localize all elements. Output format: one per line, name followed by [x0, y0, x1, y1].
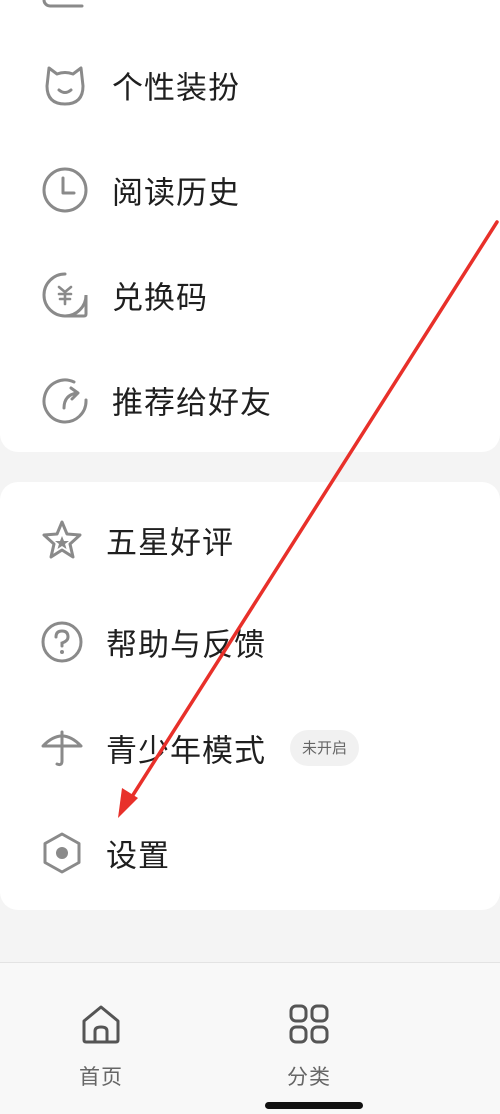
redeem-code-icon	[42, 272, 88, 318]
menu-item-label: 阅读历史	[112, 175, 240, 212]
menu-item-teen-mode[interactable]: 青少年模式 未开启	[0, 708, 500, 788]
menu-item-label: 五星好评	[106, 525, 234, 562]
tab-category[interactable]: 分类	[249, 963, 369, 1093]
menu-card-secondary: 五星好评 帮助与反馈 青少年模式 未开启 设置	[0, 482, 500, 910]
menu-item-label: 兑换码	[112, 280, 208, 317]
umbrella-icon	[41, 730, 83, 767]
menu-item-label: 设置	[106, 838, 170, 875]
home-indicator	[265, 1102, 363, 1109]
settings-hexagon-icon	[43, 832, 81, 874]
clock-icon	[42, 167, 88, 213]
help-icon	[41, 621, 83, 663]
menu-item-settings[interactable]: 设置	[0, 813, 500, 893]
menu-item-label: 帮助与反馈	[106, 627, 266, 664]
menu-item-help-feedback[interactable]: 帮助与反馈	[0, 602, 500, 682]
share-arrow-icon	[42, 378, 88, 424]
menu-item-label: 推荐给好友	[112, 385, 272, 422]
bottom-navigation-bar: 首页 分类	[0, 962, 500, 1114]
menu-item-redeem-code[interactable]: 兑换码	[0, 255, 500, 335]
category-grid-icon	[289, 1004, 329, 1044]
menu-item-label: 青少年模式	[106, 733, 266, 770]
teen-mode-status-badge: 未开启	[290, 730, 360, 766]
partial-item-icon	[42, 0, 84, 8]
tab-label: 首页	[79, 1065, 123, 1089]
cat-face-icon	[45, 66, 85, 106]
menu-card-primary: 个性装扮 阅读历史 兑换码 推荐给好友	[0, 0, 500, 452]
menu-item-reading-history[interactable]: 阅读历史	[0, 150, 500, 230]
tab-home[interactable]: 首页	[41, 963, 161, 1093]
star-icon	[42, 520, 82, 559]
tab-label: 分类	[287, 1065, 331, 1089]
menu-item-five-star-rating[interactable]: 五星好评	[0, 500, 500, 580]
menu-item-personal-dressup[interactable]: 个性装扮	[0, 45, 500, 125]
menu-item-recommend-to-friend[interactable]: 推荐给好友	[0, 360, 500, 440]
menu-item-label: 个性装扮	[112, 70, 240, 107]
home-icon	[82, 1005, 120, 1044]
